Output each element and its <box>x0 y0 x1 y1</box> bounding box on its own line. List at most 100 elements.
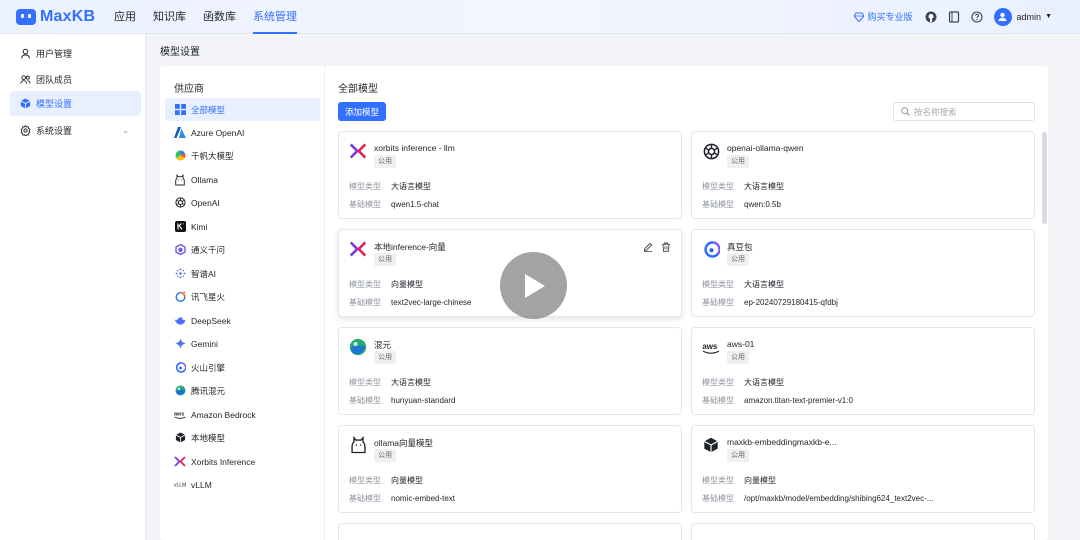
provider-openai[interactable]: OpenAI <box>165 191 320 214</box>
sidebar-item-system-settings[interactable]: 系统设置 ⌄ <box>10 118 141 143</box>
provider-hunyuan[interactable]: 腾讯混元 <box>165 379 320 402</box>
help-icon[interactable] <box>971 10 984 23</box>
provider-tongyi[interactable]: 通义千问 <box>165 238 320 261</box>
model-card[interactable]: xorbits inference - llm 公用 模型类型 大语言模型 基础模… <box>338 131 682 219</box>
provider-gemini[interactable]: Gemini <box>165 332 320 355</box>
app-logo[interactable]: MaxKB <box>16 8 100 26</box>
base-model-key: 基础模型 <box>349 298 381 307</box>
divider <box>324 66 325 540</box>
svg-text:aws: aws <box>174 412 184 418</box>
base-model-key: 基础模型 <box>702 298 734 307</box>
qianfan-icon <box>174 150 186 162</box>
model-name: 混元 <box>374 340 392 350</box>
delete-icon[interactable] <box>660 241 671 252</box>
nav-item-system[interactable]: 系统管理 <box>253 0 297 34</box>
public-badge: 公用 <box>374 155 396 168</box>
provider-label: OpenAI <box>191 197 220 208</box>
edit-icon[interactable] <box>642 241 653 252</box>
model-type-key: 模型类型 <box>702 280 734 289</box>
provider-ollama[interactable]: Ollama <box>165 168 320 191</box>
scrollbar[interactable] <box>1042 132 1047 224</box>
hunyuan-icon <box>174 385 186 397</box>
aws-icon: aws <box>702 338 720 356</box>
model-name: 本地inference-向量 <box>374 242 446 252</box>
provider-local[interactable]: 本地模型 <box>165 426 320 449</box>
base-model-value: hunyuan-standard <box>391 396 456 405</box>
nav-item-apps[interactable]: 应用 <box>114 0 136 34</box>
sidebar-item-label: 团队成员 <box>36 75 73 85</box>
provider-label: Amazon Bedrock <box>191 409 256 420</box>
ollama-icon <box>349 436 367 454</box>
provider-label: Xorbits Inference <box>191 456 256 467</box>
base-model-value: /opt/maxkb/model/embedding/shibing624_te… <box>744 494 934 503</box>
provider-label: 火山引擎 <box>191 362 226 373</box>
model-name: openai-ollama-qwen <box>727 143 804 153</box>
model-card[interactable]: 真豆包 公用 模型类型 大语言模型 基础模型 ep-20240729180415-q… <box>691 229 1035 317</box>
provider-zhipu[interactable]: 智谱AI <box>165 262 320 285</box>
openai-icon <box>702 142 720 160</box>
model-card[interactable]: ollama向量模型 公用 模型类型 向量模型 基础模型 nomic-embed-t… <box>338 425 682 513</box>
model-card-partial[interactable] <box>691 523 1035 540</box>
base-model-key: 基础模型 <box>702 494 734 503</box>
deepseek-icon <box>174 315 186 327</box>
xorbits-icon <box>349 142 367 160</box>
sidebar-item-users[interactable]: 用户管理 <box>10 41 141 66</box>
sidebar-item-label: 用户管理 <box>36 49 73 59</box>
provider-qianfan[interactable]: 千帆大模型 <box>165 144 320 167</box>
public-badge: 公用 <box>727 253 749 266</box>
local-cube-icon <box>702 436 720 454</box>
sidebar-item-label: 系统设置 <box>36 126 73 136</box>
ollama-icon <box>174 173 186 186</box>
avatar[interactable] <box>993 7 1012 26</box>
provider-kimi[interactable]: Kimi <box>165 215 320 238</box>
model-type-value: 向量模型 <box>391 280 423 289</box>
github-icon[interactable] <box>925 10 938 23</box>
main-nav: 应用 知识库 函数库 系统管理 <box>114 0 314 34</box>
svg-text:vLLM: vLLM <box>174 483 186 489</box>
model-card[interactable]: maxkb-embeddingmaxkb-e... 公用 模型类型 向量模型 基础… <box>691 425 1035 513</box>
provider-volcano[interactable]: 火山引擎 <box>165 356 320 379</box>
search-icon <box>901 107 910 116</box>
model-card[interactable]: openai-ollama-qwen 公用 模型类型 大语言模型 基础模型 qwen… <box>691 131 1035 219</box>
provider-vllm[interactable]: vLLM vLLM <box>165 473 320 496</box>
add-model-button[interactable]: 添加模型 <box>338 102 386 121</box>
sidebar-item-model-settings[interactable]: 模型设置 <box>10 91 141 116</box>
base-model-value: qwen1.5-chat <box>391 200 440 209</box>
base-model-row: 基础模型 nomic-embed-text <box>349 493 455 504</box>
provider-xorbits[interactable]: Xorbits Inference <box>165 450 320 473</box>
provider-deepseek[interactable]: DeepSeek <box>165 309 320 332</box>
video-play-button[interactable] <box>500 252 567 319</box>
search-input[interactable] <box>914 106 1034 117</box>
document-icon[interactable] <box>948 10 961 23</box>
username[interactable]: admin <box>1017 12 1042 22</box>
sidebar-item-label: 模型设置 <box>36 99 73 109</box>
provider-azure-openai[interactable]: Azure OpenAI <box>165 121 320 144</box>
kimi-icon <box>174 221 186 233</box>
base-model-row: 基础模型 ep-20240729180415-qfdbj <box>702 297 838 308</box>
tongyi-icon <box>174 244 186 256</box>
page-title: 模型设置 <box>160 47 200 58</box>
model-type-row: 模型类型 向量模型 <box>349 279 423 290</box>
base-model-value: amazon.titan-text-premier-v1:0 <box>744 396 853 405</box>
model-type-key: 模型类型 <box>702 378 734 387</box>
buy-pro-link[interactable]: 购买专业版 <box>853 10 913 23</box>
nav-item-functions[interactable]: 函数库 <box>203 0 236 34</box>
provider-xunfei[interactable]: 讯飞星火 <box>165 285 320 308</box>
providers-title: 供应商 <box>174 84 204 95</box>
caret-down-icon[interactable]: ▼ <box>1045 13 1052 20</box>
provider-amazon-bedrock[interactable]: aws Amazon Bedrock <box>165 403 320 426</box>
provider-label: 讯飞星火 <box>191 291 226 302</box>
provider-label: Ollama <box>191 174 218 185</box>
sidebar-item-team[interactable]: 团队成员 <box>10 67 141 92</box>
model-type-key: 模型类型 <box>702 182 734 191</box>
volcano-icon <box>702 240 720 258</box>
model-type-row: 模型类型 大语言模型 <box>702 279 784 290</box>
model-card-partial[interactable] <box>338 523 682 540</box>
provider-label: 千帆大模型 <box>191 150 234 161</box>
aws-icon: aws <box>174 409 186 421</box>
model-card[interactable]: aws aws-01 公用 模型类型 大语言模型 基础模型 amazon.titan… <box>691 327 1035 415</box>
sidebar: 用户管理 团队成员 模型设置 系统设置 ⌄ <box>0 34 146 540</box>
model-card[interactable]: 混元 公用 模型类型 大语言模型 基础模型 hunyuan-standard <box>338 327 682 415</box>
provider-all[interactable]: 全部模型 <box>165 98 320 121</box>
nav-item-knowledge[interactable]: 知识库 <box>153 0 186 34</box>
